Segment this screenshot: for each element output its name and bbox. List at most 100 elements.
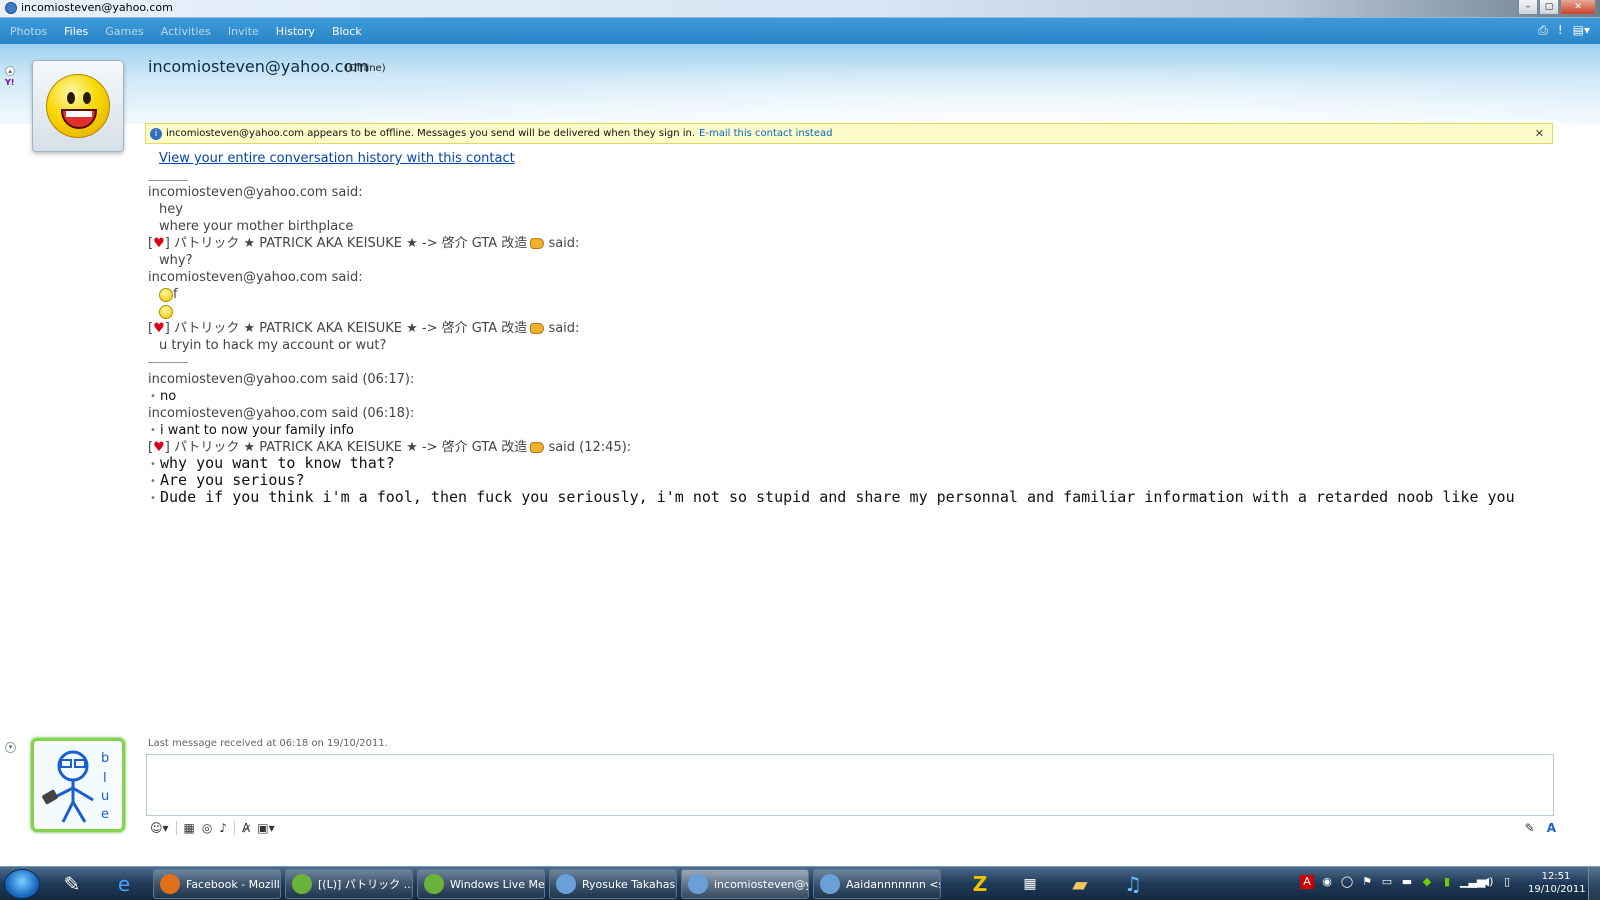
- battery-icon[interactable]: ▮: [1440, 875, 1454, 889]
- menu-games[interactable]: Games: [105, 25, 143, 38]
- close-button[interactable]: ✕: [1560, 0, 1596, 15]
- maximize-button[interactable]: ▢: [1539, 0, 1559, 15]
- menu-history[interactable]: History: [276, 25, 315, 38]
- message-text: i want to now your family info: [160, 423, 354, 438]
- sender-line: incomiosteven@yahoo.com said (06:18):: [148, 406, 415, 421]
- firefox-icon: [160, 874, 180, 894]
- bullet-icon: •: [150, 459, 156, 470]
- itunes-icon[interactable]: ♫: [1113, 870, 1153, 898]
- svg-text:u: u: [101, 789, 109, 804]
- last-message-status: Last message received at 06:18 on 19/10/…: [148, 738, 388, 749]
- expand-arrow-icon[interactable]: ▾: [5, 742, 16, 753]
- message-text: where your mother birthplace: [159, 219, 354, 234]
- skype-icon[interactable]: ◯: [1340, 875, 1354, 889]
- message-emoticon-line: f: [148, 286, 1568, 303]
- info-icon: i: [150, 127, 162, 140]
- options-icon[interactable]: ▤▾: [1573, 23, 1590, 38]
- volume-icon[interactable]: ◀): [1480, 875, 1494, 889]
- keyboard-icon[interactable]: ▭: [1380, 875, 1394, 889]
- said-label: said:: [544, 321, 580, 336]
- contact-icon: [688, 874, 708, 894]
- email-contact-link[interactable]: E-mail this contact instead: [699, 128, 832, 139]
- menu-block[interactable]: Block: [332, 25, 362, 38]
- toolbar-right: ✎ A: [1525, 821, 1556, 835]
- clock[interactable]: 12:51 19/10/2011: [1528, 870, 1586, 896]
- folder-icon[interactable]: ▰: [1060, 870, 1100, 898]
- nvidia-icon[interactable]: ◆: [1420, 875, 1434, 889]
- conversation-header: [0, 44, 1600, 124]
- font-icon[interactable]: A̷: [242, 821, 250, 835]
- show-desktop-button[interactable]: [1588, 867, 1600, 900]
- menu-photos[interactable]: Photos: [10, 25, 47, 38]
- task-aaidan[interactable]: Aaidannnnnnn <s...: [813, 869, 941, 899]
- adobe-icon[interactable]: A: [1300, 875, 1314, 889]
- flag-icon[interactable]: ⚑: [1360, 875, 1374, 889]
- contact-status: (Offline): [345, 63, 386, 74]
- background-icon[interactable]: ▣▾: [257, 821, 274, 835]
- sender-name: ] パトリック ★ PATRICK AKA KEISUKE ★ -> 啓介 GT…: [164, 321, 528, 336]
- sender-line: [♥] パトリック ★ PATRICK AKA KEISUKE ★ -> 啓介 …: [148, 236, 580, 251]
- said-label: said:: [544, 236, 580, 251]
- clock-time: 12:51: [1541, 871, 1571, 882]
- emoticon-icon[interactable]: ☺▾: [150, 821, 169, 835]
- message-text: Are you serious?: [160, 471, 305, 489]
- svg-text:e: e: [101, 807, 109, 822]
- contact-avatar[interactable]: [32, 60, 124, 152]
- bullet-icon: •: [150, 391, 156, 402]
- winks-icon[interactable]: ▦: [184, 821, 195, 835]
- menu-invite[interactable]: Invite: [228, 25, 259, 38]
- sender-line: [♥] パトリック ★ PATRICK AKA KEISUKE ★ -> 啓介 …: [148, 321, 580, 336]
- menu-bar: Photos Files Games Activities Invite His…: [0, 18, 1600, 44]
- stick-figure-icon: b l u e: [37, 744, 119, 826]
- message-row: • why you want to know that?: [148, 456, 1568, 473]
- menu-files[interactable]: Files: [64, 25, 88, 38]
- window-title: incomiosteven@yahoo.com: [5, 1, 173, 14]
- task-incomiosteven[interactable]: incomiosteven@y...: [681, 869, 809, 899]
- offline-info-bar: i incomiosteven@yahoo.com appears to be …: [145, 123, 1553, 144]
- heart-icon: ♥: [153, 321, 165, 336]
- handwriting-icon[interactable]: ✎: [1525, 821, 1535, 835]
- svg-text:b: b: [101, 751, 109, 766]
- heart-icon: ♥: [153, 236, 165, 251]
- task-label: incomiosteven@y...: [714, 877, 809, 891]
- close-infobar-icon[interactable]: ✕: [1535, 127, 1544, 140]
- internet-explorer-icon[interactable]: e: [104, 870, 144, 898]
- collapse-arrow-icon[interactable]: ▴: [5, 66, 15, 76]
- message-text: hey: [159, 202, 183, 217]
- task-ryosuke[interactable]: Ryosuke Takahas...: [549, 869, 677, 899]
- minimize-button[interactable]: –: [1518, 0, 1538, 15]
- nudge-icon[interactable]: ◎: [202, 821, 212, 835]
- sender-line: incomiosteven@yahoo.com said (06:17):: [148, 372, 415, 387]
- task-windows-live[interactable]: Windows Live Me...: [417, 869, 545, 899]
- message-text: u tryin to hack my account or wut?: [159, 338, 387, 353]
- bullet-icon: •: [150, 476, 156, 487]
- text-mode-icon[interactable]: A: [1547, 821, 1556, 835]
- sender-line: incomiosteven@yahoo.com said:: [148, 270, 363, 285]
- message-input[interactable]: [146, 754, 1554, 816]
- task-label: Facebook - Mozill...: [186, 877, 281, 891]
- paint-icon[interactable]: ✎: [52, 870, 92, 898]
- power-icon[interactable]: ▯: [1500, 875, 1514, 889]
- task-label: Ryosuke Takahas...: [582, 877, 677, 891]
- task-messenger-patrick[interactable]: [(L)] パトリック ...: [285, 869, 413, 899]
- network-icon[interactable]: ▁▃▅: [1460, 875, 1485, 889]
- contact-icon: [820, 874, 840, 894]
- printer-icon[interactable]: ⎙: [1538, 23, 1548, 38]
- message-text: why you want to know that?: [160, 454, 395, 472]
- sad-emoticon-icon: [159, 304, 173, 319]
- printer-tray-icon[interactable]: ▬: [1400, 875, 1414, 889]
- task-firefox[interactable]: Facebook - Mozill...: [153, 869, 281, 899]
- title-bar: incomiosteven@yahoo.com – ▢ ✕: [0, 0, 1600, 18]
- sync-icon[interactable]: ◉: [1320, 875, 1334, 889]
- my-avatar[interactable]: b l u e: [31, 738, 125, 832]
- menu-activities[interactable]: Activities: [161, 25, 211, 38]
- history-link[interactable]: View your entire conversation history wi…: [159, 151, 515, 166]
- messenger-icon: [292, 874, 312, 894]
- bullet-icon: •: [150, 425, 156, 436]
- start-button[interactable]: [4, 869, 40, 899]
- alert-icon[interactable]: !: [1558, 23, 1563, 38]
- voice-clip-icon[interactable]: ♪: [219, 821, 227, 835]
- yahoo-icon: Y!: [5, 78, 15, 87]
- zune-icon[interactable]: Z: [960, 870, 1000, 898]
- monitor-icon[interactable]: ▦: [1010, 870, 1050, 898]
